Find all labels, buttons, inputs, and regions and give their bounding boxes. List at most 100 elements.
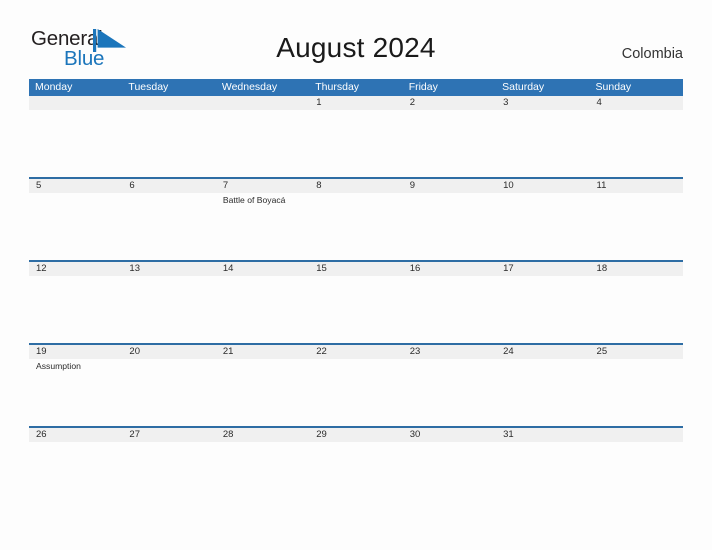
- day-cell-6[interactable]: [122, 193, 215, 260]
- weekday-header-monday: Monday: [35, 81, 73, 93]
- day-cell-14[interactable]: [216, 276, 309, 343]
- weekday-header-wednesday: Wednesday: [221, 81, 278, 93]
- day-cell-10[interactable]: [496, 193, 589, 260]
- day-number-21[interactable]: 21: [216, 345, 309, 359]
- day-number-5[interactable]: 5: [29, 179, 122, 193]
- weekday-header-tuesday: Tuesday: [128, 81, 169, 93]
- calendar-week-row: 12 13 14 15 16 17 18: [29, 260, 683, 343]
- day-number-22[interactable]: 22: [309, 345, 402, 359]
- day-number-31[interactable]: 31: [496, 428, 589, 442]
- weekday-header-saturday: Saturday: [502, 81, 545, 93]
- weekday-header-thursday: Thursday: [315, 81, 360, 93]
- day-cell-28[interactable]: [216, 442, 309, 509]
- page-header: General Blue August 2024 Colombia: [0, 0, 712, 78]
- day-number-4[interactable]: 4: [590, 96, 683, 110]
- day-number-12[interactable]: 12: [29, 262, 122, 276]
- day-number-7[interactable]: 7: [216, 179, 309, 193]
- day-number-14[interactable]: 14: [216, 262, 309, 276]
- day-cell-empty: [590, 442, 683, 509]
- day-number-3[interactable]: 3: [496, 96, 589, 110]
- day-number-18[interactable]: 18: [590, 262, 683, 276]
- day-number-30[interactable]: 30: [403, 428, 496, 442]
- day-cell-5[interactable]: [29, 193, 122, 260]
- day-cell-21[interactable]: [216, 359, 309, 426]
- day-number-25[interactable]: 25: [590, 345, 683, 359]
- day-number-26[interactable]: 26: [29, 428, 122, 442]
- day-number-1[interactable]: 1: [309, 96, 402, 110]
- day-cell-30[interactable]: [403, 442, 496, 509]
- day-cell-20[interactable]: [122, 359, 215, 426]
- event-band: Battle of Boyacá: [29, 193, 683, 260]
- date-number-band: 1234: [29, 96, 683, 110]
- day-cell-9[interactable]: [403, 193, 496, 260]
- date-number-band: 26 27 28 29 30 31: [29, 428, 683, 442]
- calendar-weeks: 1 2 3 4 5 6 7 8 9 10 11 Battle of Boyacá 12 13 14 15 16 1…: [29, 96, 683, 509]
- day-number-15[interactable]: 15: [309, 262, 402, 276]
- day-cell-18[interactable]: [590, 276, 683, 343]
- calendar-week-row: 19 20 21 22 23 24 25 Assumption: [29, 343, 683, 426]
- page-title: August 2024: [276, 32, 436, 63]
- day-cell-25[interactable]: [590, 359, 683, 426]
- calendar-week-row: 1234: [29, 96, 683, 177]
- day-cell-31[interactable]: [496, 442, 589, 509]
- calendar-table: Monday Tuesday Wednesday Thursday Friday Satu…: [29, 79, 683, 509]
- weekday-header-friday: Friday: [408, 81, 438, 93]
- day-number-empty: [29, 96, 122, 110]
- calendar-page: General Blue August 2024 Colombia Monday…: [0, 0, 712, 550]
- day-cell-22[interactable]: [309, 359, 402, 426]
- day-cell-29[interactable]: [309, 442, 402, 509]
- day-cell-3[interactable]: [496, 110, 589, 177]
- day-cell-4[interactable]: [590, 110, 683, 177]
- day-number-empty: [590, 428, 683, 442]
- event-band: [29, 276, 683, 343]
- event-band: Assumption: [29, 359, 683, 426]
- day-cell-13[interactable]: [122, 276, 215, 343]
- day-cell-empty: [29, 110, 122, 177]
- day-number-27[interactable]: 27: [122, 428, 215, 442]
- holiday-label: Battle of Boyacá: [222, 195, 286, 205]
- calendar-week-row: 5 6 7 8 9 10 11 Battle of Boyacá: [29, 177, 683, 260]
- day-number-20[interactable]: 20: [122, 345, 215, 359]
- weekday-header-row: Monday Tuesday Wednesday Thursday Friday Satu…: [29, 79, 683, 96]
- day-number-empty: [122, 96, 215, 110]
- weekday-header-sunday: Sunday: [595, 81, 632, 93]
- day-number-17[interactable]: 17: [496, 262, 589, 276]
- day-number-6[interactable]: 6: [122, 179, 215, 193]
- day-number-16[interactable]: 16: [403, 262, 496, 276]
- day-cell-7[interactable]: Battle of Boyacá: [216, 193, 309, 260]
- day-number-2[interactable]: 2: [403, 96, 496, 110]
- date-number-band: 5 6 7 8 9 10 11: [29, 179, 683, 193]
- date-number-band: 19 20 21 22 23 24 25: [29, 345, 683, 359]
- event-band: [29, 442, 683, 509]
- day-number-8[interactable]: 8: [309, 179, 402, 193]
- day-number-empty: [216, 96, 309, 110]
- day-cell-2[interactable]: [403, 110, 496, 177]
- day-cell-17[interactable]: [496, 276, 589, 343]
- day-number-19[interactable]: 19: [29, 345, 122, 359]
- day-cell-15[interactable]: [309, 276, 402, 343]
- day-cell-1[interactable]: [309, 110, 402, 177]
- day-number-11[interactable]: 11: [590, 179, 683, 193]
- day-number-23[interactable]: 23: [403, 345, 496, 359]
- day-cell-19[interactable]: Assumption: [29, 359, 122, 426]
- country-label: Colombia: [621, 46, 683, 62]
- day-cell-16[interactable]: [403, 276, 496, 343]
- event-band: [29, 110, 683, 177]
- day-cell-12[interactable]: [29, 276, 122, 343]
- day-cell-23[interactable]: [403, 359, 496, 426]
- day-number-9[interactable]: 9: [403, 179, 496, 193]
- day-cell-26[interactable]: [29, 442, 122, 509]
- day-number-10[interactable]: 10: [496, 179, 589, 193]
- date-number-band: 12 13 14 15 16 17 18: [29, 262, 683, 276]
- day-cell-11[interactable]: [590, 193, 683, 260]
- day-number-24[interactable]: 24: [496, 345, 589, 359]
- day-number-13[interactable]: 13: [122, 262, 215, 276]
- day-cell-empty: [122, 110, 215, 177]
- day-number-28[interactable]: 28: [216, 428, 309, 442]
- calendar-week-row: 26 27 28 29 30 31: [29, 426, 683, 509]
- day-cell-24[interactable]: [496, 359, 589, 426]
- day-cell-27[interactable]: [122, 442, 215, 509]
- day-number-29[interactable]: 29: [309, 428, 402, 442]
- day-cell-empty: [216, 110, 309, 177]
- day-cell-8[interactable]: [309, 193, 402, 260]
